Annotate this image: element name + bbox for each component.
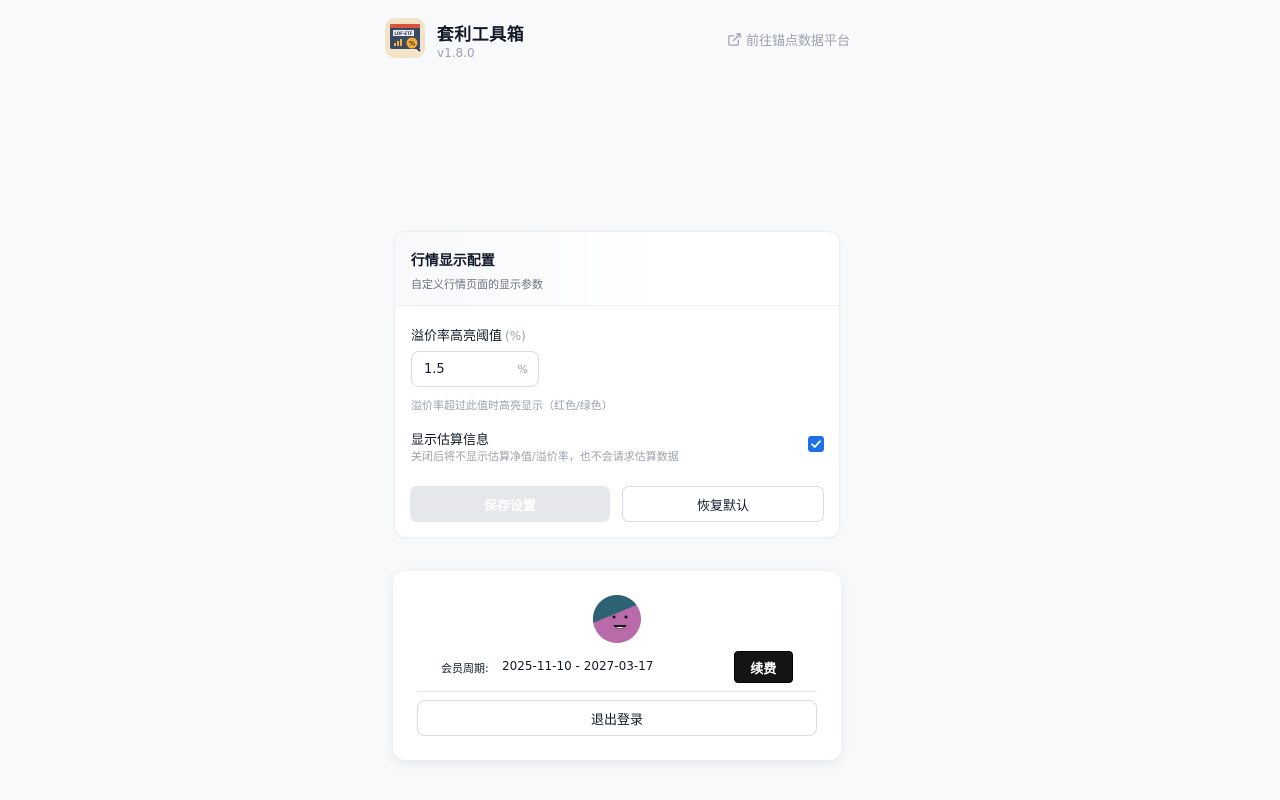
estimate-label: 显示估算信息 [411,433,490,448]
smiley-avatar-icon [593,595,641,643]
threshold-input[interactable] [424,361,518,377]
estimate-hint: 关闭后将不显示估算净值/溢价率，也不会请求估算数据 [411,450,679,463]
threshold-label-text: 溢价率高亮阈值 [411,329,503,344]
threshold-hint: 溢价率超过此值时高亮显示（红色/绿色） [411,399,613,412]
svg-text:%: % [409,40,415,47]
member-period-value: 2025-11-10 - 2027-03-17 [502,659,654,673]
config-title: 行情显示配置 [411,253,495,269]
config-card-header: 行情显示配置 自定义行情页面的显示参数 [395,232,839,306]
estimate-checkbox[interactable] [808,436,824,452]
app-title: 套利工具箱 [437,25,525,45]
app-header: LOF-ETF % 套利工具箱 v1.8.0 前往锚点数据平台 [385,18,850,62]
renew-button[interactable]: 续费 [734,651,793,683]
threshold-label: 溢价率高亮阈值 (%) [411,325,526,344]
external-platform-link[interactable]: 前往锚点数据平台 [727,30,850,49]
external-link-label: 前往锚点数据平台 [745,34,850,49]
member-period-label: 会员周期: [441,662,489,675]
user-avatar[interactable] [593,595,641,643]
save-settings-button[interactable]: 保存设置 [410,486,610,522]
app-version: v1.8.0 [437,46,475,60]
threshold-suffix: % [517,362,528,376]
reset-defaults-button[interactable]: 恢复默认 [622,486,824,522]
member-divider [417,691,817,692]
config-subtitle: 自定义行情页面的显示参数 [411,278,543,291]
app-logo-icon: LOF-ETF % [385,18,425,58]
threshold-input-wrapper: % [411,351,539,387]
display-config-card: 行情显示配置 自定义行情页面的显示参数 溢价率高亮阈值(%) % 溢价率超过此值… [394,231,840,538]
svg-text:LOF-ETF: LOF-ETF [394,31,413,36]
threshold-unit: (%) [505,329,526,343]
check-icon [811,440,821,448]
member-card: 会员周期: 2025-11-10 - 2027-03-17 续费 退出登录 [393,571,841,760]
external-link-icon [728,33,741,46]
logout-button[interactable]: 退出登录 [417,700,817,736]
